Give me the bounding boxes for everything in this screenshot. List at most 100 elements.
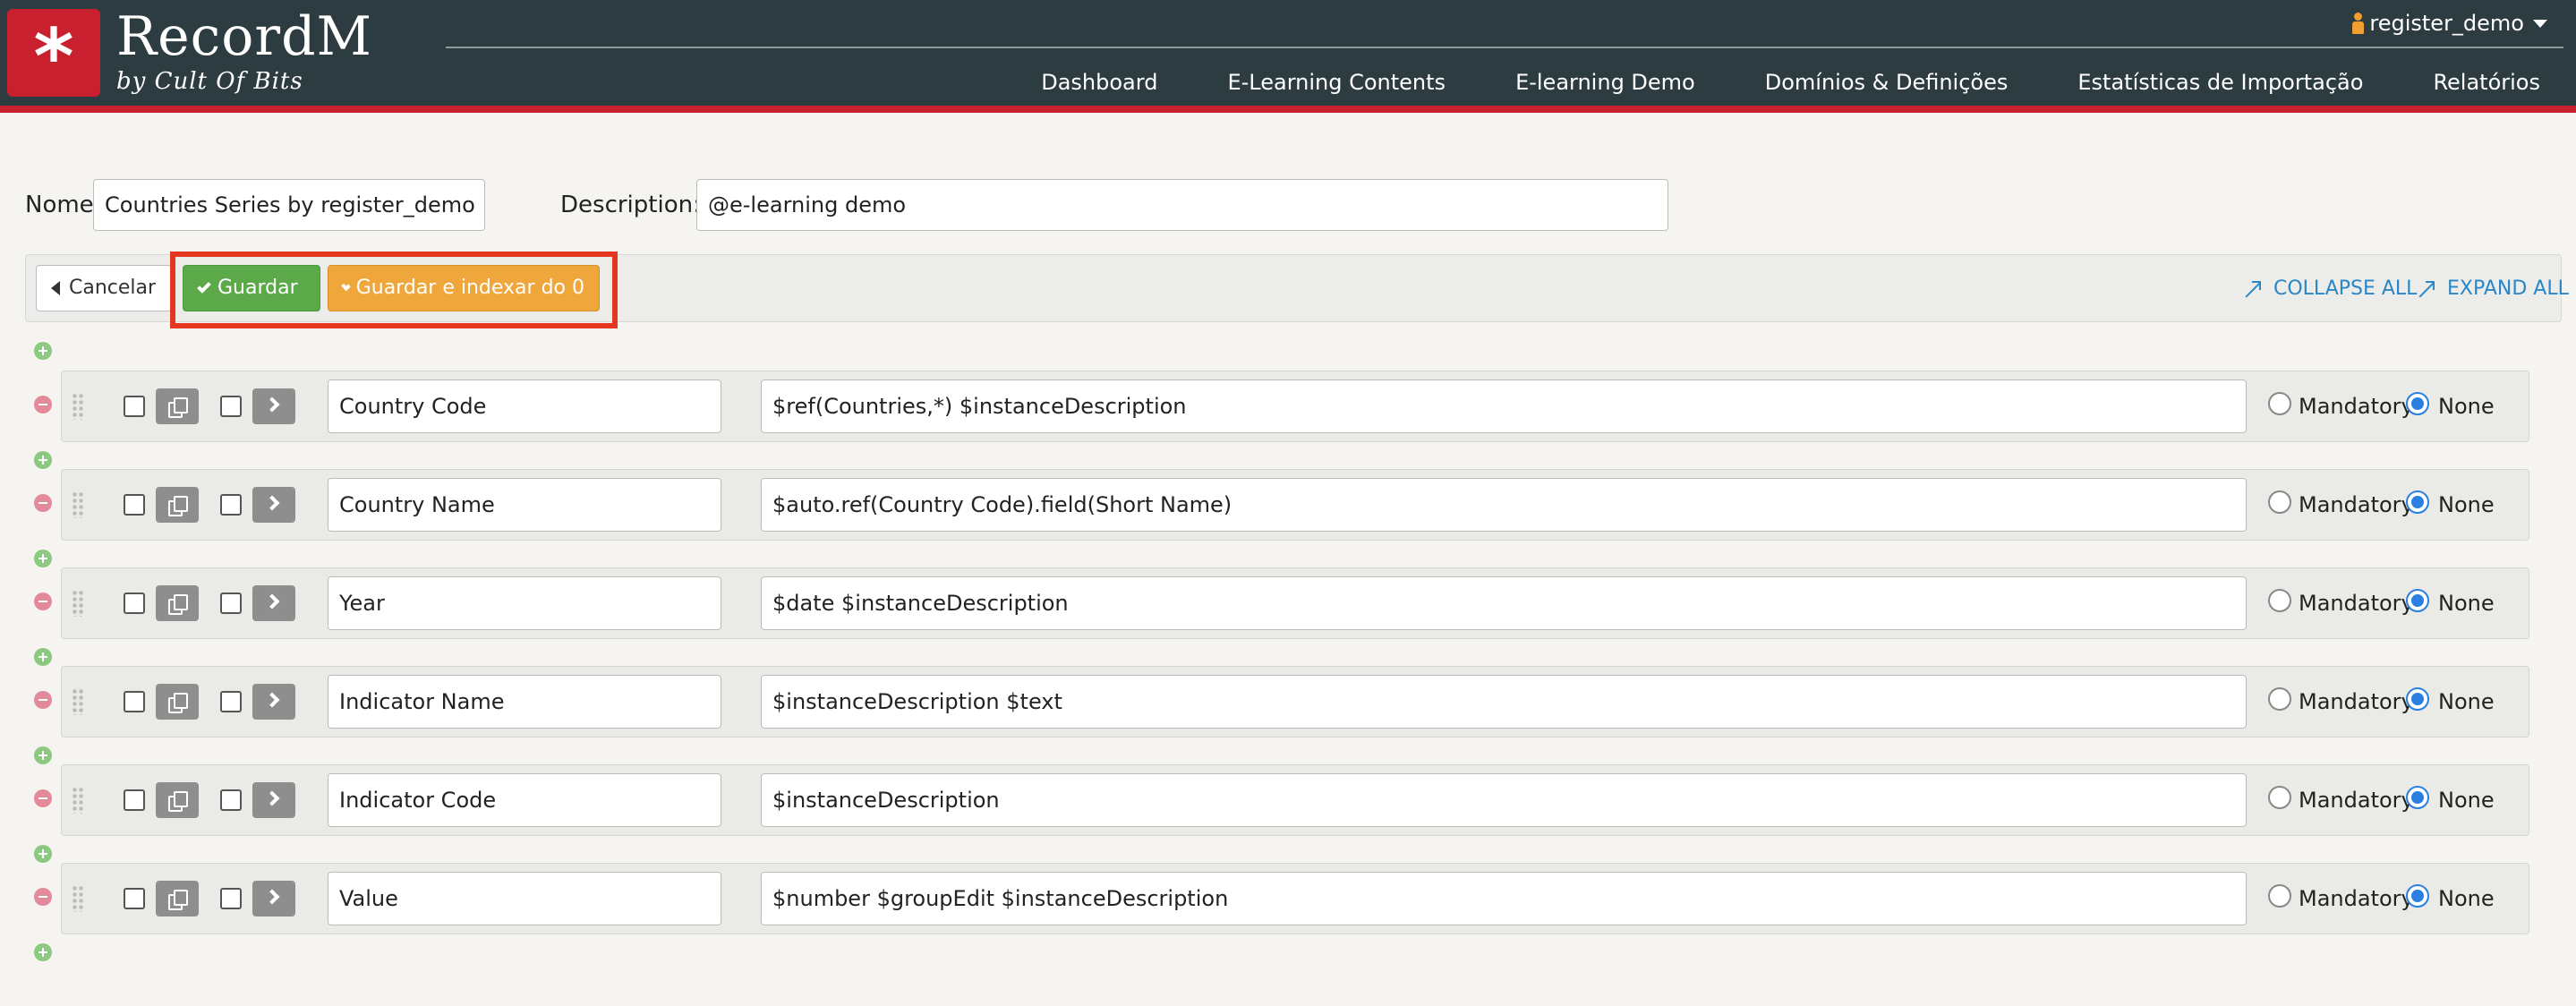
drag-handle-icon[interactable] bbox=[72, 885, 84, 912]
copy-icon bbox=[168, 594, 188, 615]
drag-handle-icon[interactable] bbox=[72, 393, 84, 420]
nav-item-dominios-definicoes[interactable]: Domínios & Definições bbox=[1765, 70, 2009, 95]
mandatory-radio[interactable] bbox=[2268, 589, 2291, 612]
field-description-input[interactable]: $auto.ref(Country Code).field(Short Name… bbox=[761, 478, 2247, 532]
field-select-checkbox[interactable] bbox=[124, 593, 145, 614]
none-radio[interactable] bbox=[2406, 884, 2429, 908]
field-name-input[interactable]: Year bbox=[328, 576, 721, 630]
mandatory-label: Mandatory bbox=[2299, 591, 2414, 616]
mandatory-radio[interactable] bbox=[2268, 490, 2291, 514]
duplicate-button[interactable] bbox=[156, 388, 199, 424]
compress-icon bbox=[2245, 280, 2261, 297]
mandatory-label: Mandatory bbox=[2299, 788, 2414, 813]
duplicate-button[interactable] bbox=[156, 487, 199, 523]
none-radio[interactable] bbox=[2406, 490, 2429, 514]
caret-down-icon bbox=[2533, 19, 2547, 28]
mandatory-radio[interactable] bbox=[2268, 786, 2291, 809]
drag-handle-icon[interactable] bbox=[72, 491, 84, 518]
field-select-checkbox[interactable] bbox=[124, 494, 145, 516]
none-radio[interactable] bbox=[2406, 392, 2429, 415]
copy-icon bbox=[168, 496, 188, 516]
cancel-label: Cancelar bbox=[69, 277, 157, 299]
description-label: Description: bbox=[560, 192, 701, 218]
expand-field-button[interactable] bbox=[252, 487, 295, 523]
expand-field-button[interactable] bbox=[252, 782, 295, 818]
add-field-button[interactable] bbox=[34, 845, 52, 863]
remove-field-button[interactable] bbox=[34, 789, 52, 807]
expand-field-button[interactable] bbox=[252, 388, 295, 424]
field-description-input[interactable]: $date $instanceDescription bbox=[761, 576, 2247, 630]
duplicate-button[interactable] bbox=[156, 684, 199, 720]
field-option-checkbox[interactable] bbox=[220, 691, 242, 712]
mandatory-label: Mandatory bbox=[2299, 886, 2414, 911]
nav-item-e-learning-demo[interactable]: E-learning Demo bbox=[1515, 70, 1695, 95]
field-option-checkbox[interactable] bbox=[220, 888, 242, 909]
expand-field-button[interactable] bbox=[252, 881, 295, 916]
header-divider bbox=[446, 47, 2563, 48]
field-select-checkbox[interactable] bbox=[124, 396, 145, 417]
add-field-button[interactable] bbox=[34, 746, 52, 764]
none-label: None bbox=[2438, 689, 2495, 714]
chevron-right-icon bbox=[264, 593, 280, 610]
expand-field-button[interactable] bbox=[252, 585, 295, 621]
none-radio[interactable] bbox=[2406, 589, 2429, 612]
collapse-all-link[interactable]: COLLAPSE ALL bbox=[2245, 277, 2417, 300]
duplicate-button[interactable] bbox=[156, 782, 199, 818]
field-select-checkbox[interactable] bbox=[124, 691, 145, 712]
mandatory-label: Mandatory bbox=[2299, 394, 2414, 419]
field-description-input[interactable]: $instanceDescription $text bbox=[761, 675, 2247, 729]
field-select-checkbox[interactable] bbox=[124, 789, 145, 811]
mandatory-radio[interactable] bbox=[2268, 687, 2291, 711]
remove-field-button[interactable] bbox=[34, 593, 52, 610]
field-option-checkbox[interactable] bbox=[220, 494, 242, 516]
remove-field-button[interactable] bbox=[34, 396, 52, 413]
field-select-checkbox[interactable] bbox=[124, 888, 145, 909]
recordm-logo-icon[interactable]: * bbox=[7, 9, 100, 102]
none-radio[interactable] bbox=[2406, 687, 2429, 711]
field-description-input[interactable]: $instanceDescription bbox=[761, 773, 2247, 827]
field-name-input[interactable]: Indicator Name bbox=[328, 675, 721, 729]
nav-item-estatisticas-importacao[interactable]: Estatísticas de Importação bbox=[2077, 70, 2363, 95]
arrow-left-icon bbox=[51, 281, 60, 295]
nav-item-e-learning-contents[interactable]: E-Learning Contents bbox=[1227, 70, 1446, 95]
field-name-input[interactable]: Indicator Code bbox=[328, 773, 721, 827]
add-field-button[interactable] bbox=[34, 550, 52, 567]
duplicate-button[interactable] bbox=[156, 585, 199, 621]
add-field-button[interactable] bbox=[34, 342, 52, 360]
main-nav: Dashboard E-Learning Contents E-learning… bbox=[971, 70, 2540, 95]
field-name-input[interactable]: Country Name bbox=[328, 478, 721, 532]
nav-item-dashboard[interactable]: Dashboard bbox=[1041, 70, 1157, 95]
remove-field-button[interactable] bbox=[34, 691, 52, 709]
none-label: None bbox=[2438, 492, 2495, 517]
remove-field-button[interactable] bbox=[34, 494, 52, 512]
drag-handle-icon[interactable] bbox=[72, 787, 84, 814]
field-option-checkbox[interactable] bbox=[220, 789, 242, 811]
field-name-input[interactable]: Country Code bbox=[328, 379, 721, 433]
field-option-checkbox[interactable] bbox=[220, 593, 242, 614]
add-field-button[interactable] bbox=[34, 451, 52, 469]
none-label: None bbox=[2438, 788, 2495, 813]
mandatory-radio[interactable] bbox=[2268, 392, 2291, 415]
field-name-input[interactable]: Value bbox=[328, 872, 721, 925]
add-field-button[interactable] bbox=[34, 648, 52, 666]
cancel-button[interactable]: Cancelar bbox=[36, 265, 172, 311]
user-menu[interactable]: register_demo bbox=[2351, 11, 2547, 36]
name-input[interactable]: Countries Series by register_demo bbox=[93, 179, 485, 231]
expand-field-button[interactable] bbox=[252, 684, 295, 720]
mandatory-radio[interactable] bbox=[2268, 884, 2291, 908]
duplicate-button[interactable] bbox=[156, 881, 199, 916]
field-description-input[interactable]: $number $groupEdit $instanceDescription bbox=[761, 872, 2247, 925]
add-field-button[interactable] bbox=[34, 943, 52, 961]
drag-handle-icon[interactable] bbox=[72, 590, 84, 617]
field-option-checkbox[interactable] bbox=[220, 396, 242, 417]
remove-field-button[interactable] bbox=[34, 888, 52, 906]
none-radio[interactable] bbox=[2406, 786, 2429, 809]
nav-item-relatorios[interactable]: Relatórios bbox=[2433, 70, 2540, 95]
field-description-input[interactable]: $ref(Countries,*) $instanceDescription bbox=[761, 379, 2247, 433]
chevron-right-icon bbox=[264, 495, 280, 511]
description-input[interactable]: @e-learning demo bbox=[696, 179, 1668, 231]
app-title: RecordM bbox=[116, 5, 372, 68]
expand-all-link[interactable]: EXPAND ALL bbox=[2418, 277, 2569, 300]
drag-handle-icon[interactable] bbox=[72, 688, 84, 715]
none-label: None bbox=[2438, 394, 2495, 419]
